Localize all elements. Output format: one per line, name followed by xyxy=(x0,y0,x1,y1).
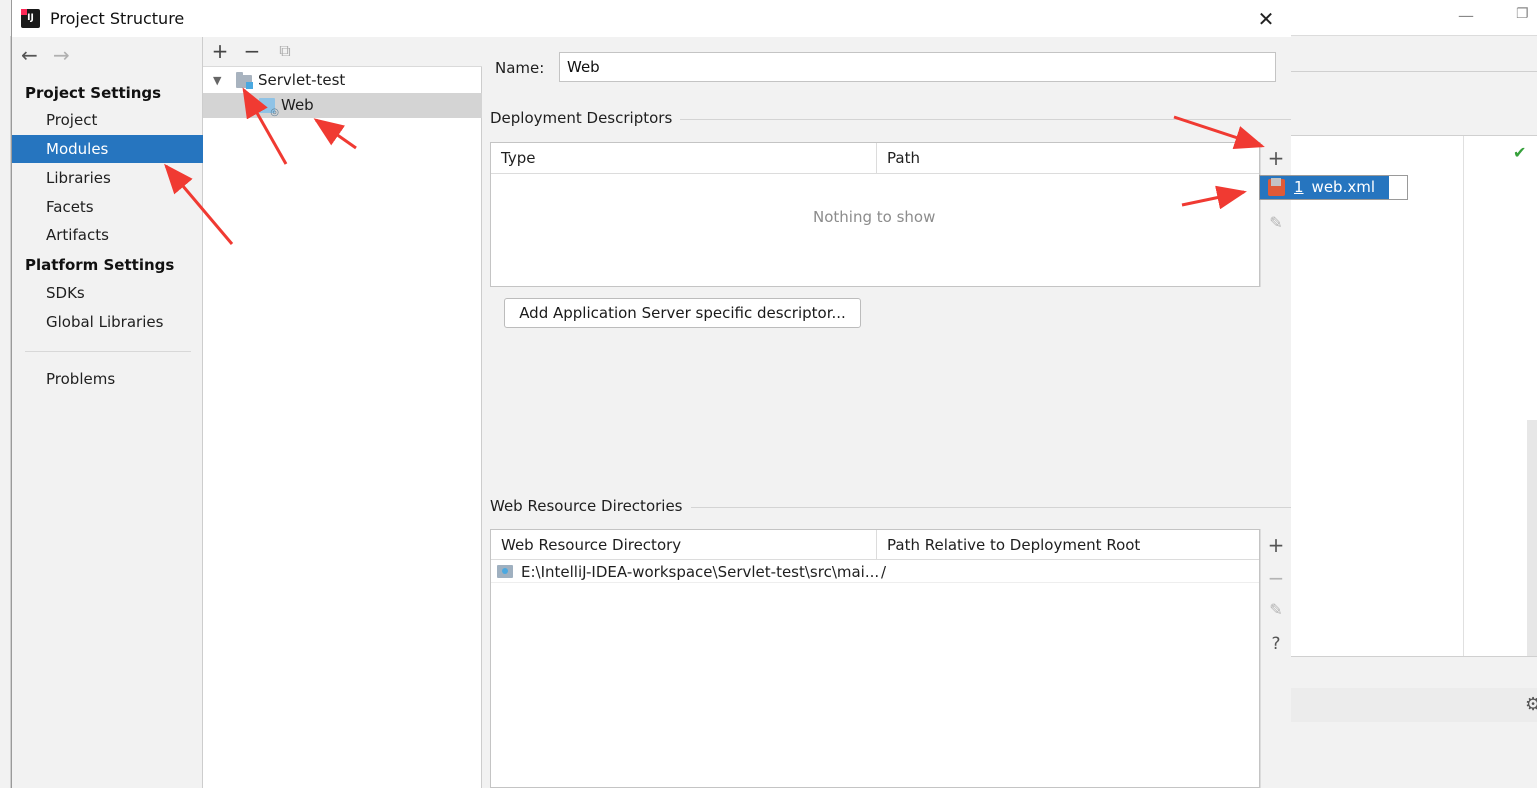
tree-node-servlet-test[interactable]: ▼ Servlet-test xyxy=(203,68,482,93)
web-facet-icon xyxy=(259,98,279,118)
column-header-relative-path[interactable]: Path Relative to Deployment Root xyxy=(877,530,1259,560)
edit-pencil-icon[interactable]: ✎ xyxy=(1265,212,1287,234)
ide-titlebar xyxy=(1290,0,1537,36)
forward-arrow-icon[interactable]: → xyxy=(53,43,70,67)
tree-toolbar: + − ⧉ xyxy=(203,37,482,67)
intellij-logo-icon: IJ xyxy=(21,9,40,28)
sidebar-item-artifacts[interactable]: Artifacts xyxy=(12,221,203,249)
deployment-descriptors-title: Deployment Descriptors xyxy=(490,109,681,127)
column-header-type[interactable]: Type xyxy=(491,143,876,174)
close-icon[interactable]: ✕ xyxy=(1252,5,1280,33)
ide-bottom-bar xyxy=(1290,656,1537,688)
descriptors-side-toolbar: + ✎ xyxy=(1260,142,1291,287)
sidebar-separator xyxy=(25,351,191,352)
table-row[interactable]: E:\IntelliJ-IDEA-workspace\Servlet-test\… xyxy=(491,561,1259,583)
ide-gutter-line xyxy=(1463,136,1464,656)
sidebar-item-modules[interactable]: Modules xyxy=(12,135,203,163)
popup-item-label: web.xml xyxy=(1311,178,1375,196)
copy-icon[interactable]: ⧉ xyxy=(274,40,296,62)
empty-table-text: Nothing to show xyxy=(813,208,936,226)
ide-scrollbar[interactable] xyxy=(1527,420,1537,656)
web-root-folder-icon xyxy=(497,565,513,578)
ide-toolbar xyxy=(1290,36,1537,72)
resource-dirs-side-toolbar: + − ✎ ? xyxy=(1260,529,1291,788)
dialog-title: Project Structure xyxy=(50,9,185,28)
relative-path: / xyxy=(881,563,887,581)
project-structure-dialog: IJ Project Structure ✕ ← → Project Setti… xyxy=(11,0,1291,788)
remove-icon[interactable]: − xyxy=(1265,567,1287,589)
web-resource-directories-table: Web Resource Directory Path Relative to … xyxy=(490,529,1260,788)
gear-icon[interactable]: ⚙ xyxy=(1525,694,1537,715)
popup-item-web-xml[interactable]: 1 web.xml xyxy=(1260,176,1389,199)
sidebar-item-global-libraries[interactable]: Global Libraries xyxy=(12,308,203,336)
ide-editor xyxy=(1290,136,1537,656)
deployment-descriptors-table: Type Path Nothing to show xyxy=(490,142,1260,287)
edit-pencil-icon[interactable]: ✎ xyxy=(1265,599,1287,621)
add-server-descriptor-button[interactable]: Add Application Server specific descript… xyxy=(504,298,861,328)
project-settings-header: Project Settings xyxy=(25,84,162,102)
ide-tab-bar xyxy=(1290,72,1537,136)
minimize-icon[interactable]: — xyxy=(1458,6,1474,25)
remove-icon[interactable]: − xyxy=(241,40,263,62)
sidebar-item-libraries[interactable]: Libraries xyxy=(12,164,203,192)
tree-node-web[interactable]: Web xyxy=(203,93,482,118)
tree-node-label: Web xyxy=(281,96,314,114)
column-header-path[interactable]: Path xyxy=(877,143,1259,174)
web-resource-directories-title: Web Resource Directories xyxy=(490,497,691,515)
help-icon[interactable]: ? xyxy=(1265,633,1287,655)
dialog-titlebar: IJ Project Structure ✕ xyxy=(12,0,1291,37)
name-input[interactable] xyxy=(559,52,1276,82)
add-icon[interactable]: + xyxy=(209,40,231,62)
descriptor-type-popup: 1 web.xml xyxy=(1259,175,1408,200)
popup-item-index: 1 xyxy=(1294,178,1304,196)
sidebar-item-problems[interactable]: Problems xyxy=(12,365,203,393)
directory-path: E:\IntelliJ-IDEA-workspace\Servlet-test\… xyxy=(521,563,880,581)
sidebar-item-sdks[interactable]: SDKs xyxy=(12,279,203,307)
sidebar-item-facets[interactable]: Facets xyxy=(12,193,203,221)
ide-left-strip xyxy=(0,36,11,788)
chevron-down-icon[interactable]: ▼ xyxy=(213,74,221,87)
tree-node-label: Servlet-test xyxy=(258,71,346,89)
facet-settings-panel: Name: Deployment Descriptors Type Path N… xyxy=(482,37,1291,788)
restore-icon[interactable]: ❐ xyxy=(1516,6,1529,22)
add-icon[interactable]: + xyxy=(1265,534,1287,556)
module-tree-panel: + − ⧉ ▼ Servlet-test Web xyxy=(203,37,482,788)
check-icon: ✔ xyxy=(1513,143,1527,162)
settings-sidebar: ← → Project Settings Project Modules Lib… xyxy=(12,37,203,788)
add-descriptor-icon[interactable]: + xyxy=(1265,147,1287,169)
ide-status-bar xyxy=(1290,688,1537,722)
name-label: Name: xyxy=(495,59,545,77)
back-arrow-icon[interactable]: ← xyxy=(21,43,38,67)
column-header-web-resource-directory[interactable]: Web Resource Directory xyxy=(491,530,876,560)
sidebar-item-project[interactable]: Project xyxy=(12,106,203,134)
xml-file-icon xyxy=(1268,178,1285,196)
module-folder-icon xyxy=(236,72,253,89)
platform-settings-header: Platform Settings xyxy=(25,256,175,274)
